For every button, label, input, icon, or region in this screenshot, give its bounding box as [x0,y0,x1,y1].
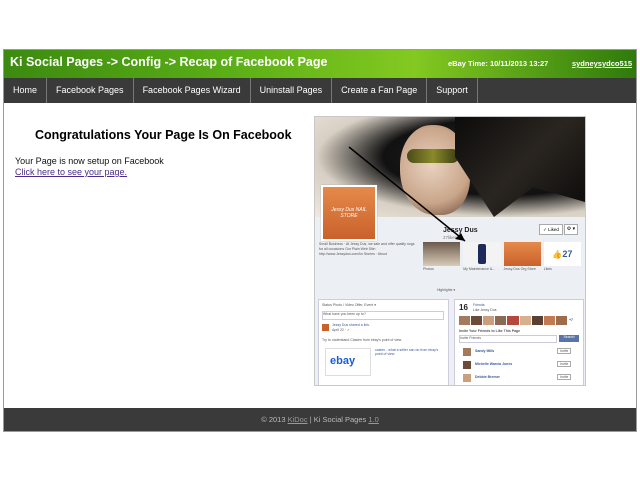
friend-row: Michelle Warcia Jones Invite [459,360,579,370]
post-avatar [322,324,329,331]
highlights-label: Highlights ▾ [437,288,456,292]
friends-count: 16 [459,303,468,312]
composer-input: What have you been up to? [322,311,444,320]
invite-button: Invite [557,361,572,367]
nav-create-fan-page[interactable]: Create a Fan Page [332,78,428,103]
invite-button: Invite [557,348,572,354]
post-text: Try to understand Clasien from ebay's po… [322,338,402,342]
post-author: Jessy Dus shared a link. [332,323,370,327]
user-link[interactable]: sydneysydco515 [572,59,632,68]
friend-avatars [459,316,567,325]
footer-version-link[interactable]: 1.0 [368,415,378,424]
nav-home[interactable]: Home [4,78,48,103]
page-breadcrumb-title: Ki Social Pages -> Config -> Recap of Fa… [10,55,328,69]
ebay-caption: casien - what a seller can do from ebay'… [375,348,439,356]
main-content: Congratulations Your Page Is On Facebook… [4,103,636,408]
timeline-left: Status Photo / Video Offer, Event ▾ What… [318,299,449,385]
friend-name: Michelle Warcia Jones [475,362,513,366]
header-banner: Ki Social Pages -> Config -> Recap of Fa… [4,50,636,78]
friends-sub: Like Jessy Dus [473,308,497,312]
ebay-logo: ebay [330,355,356,367]
composer-tabs: Status Photo / Video Offer, Event ▾ [322,303,376,307]
post-date: April 22 · ✓ [332,328,350,332]
footer: © 2013 KiDoc | Ki Social Pages 1.0 [4,408,636,431]
plus-count: +7 [569,318,573,322]
footer-copyright: © 2013 [261,415,286,424]
see-page-link[interactable]: Click here to see your page. [15,167,127,177]
invite-title: Invite Your Friends to Like This Page [459,329,521,333]
timeline-right: 16 Friends Like Jessy Dus +7 Invite Your… [454,299,584,385]
friend-name: Debbie Bremer [475,375,500,379]
fb-timeline: Highlights ▾ Status Photo / Video Offer,… [315,285,585,385]
footer-company-link[interactable]: KiDoc [288,415,308,424]
facebook-page-preview[interactable]: Jessy Dus NAIL STORE Jessy Dus 27likes ✓… [314,116,586,386]
setup-message: Your Page is now setup on Facebook [15,156,164,166]
nav-support[interactable]: Support [427,78,478,103]
search-button: Search [559,335,579,342]
app-frame: Ki Social Pages -> Config -> Recap of Fa… [3,49,637,432]
nav-uninstall-pages[interactable]: Uninstall Pages [251,78,333,103]
ebay-time: eBay Time: 10/11/2013 13:27 [448,59,549,68]
nav-facebook-pages[interactable]: Facebook Pages [47,78,134,103]
friends-label: Friends [473,303,485,307]
friend-name: Sandy Mills [475,349,495,353]
ebay-logo-box: ebay [325,348,371,376]
nav-facebook-pages-wizard[interactable]: Facebook Pages Wizard [134,78,251,103]
footer-product: | Ki Social Pages [309,415,367,424]
invite-input: Invite Friends [459,335,557,343]
top-nav: Home Facebook Pages Facebook Pages Wizar… [4,78,636,103]
congrats-heading: Congratulations Your Page Is On Facebook [35,128,292,142]
invite-button: Invite [557,374,572,380]
friend-row: Debbie Bremer Invite [459,373,579,383]
friend-row: Sandy Mills Invite [459,347,579,357]
